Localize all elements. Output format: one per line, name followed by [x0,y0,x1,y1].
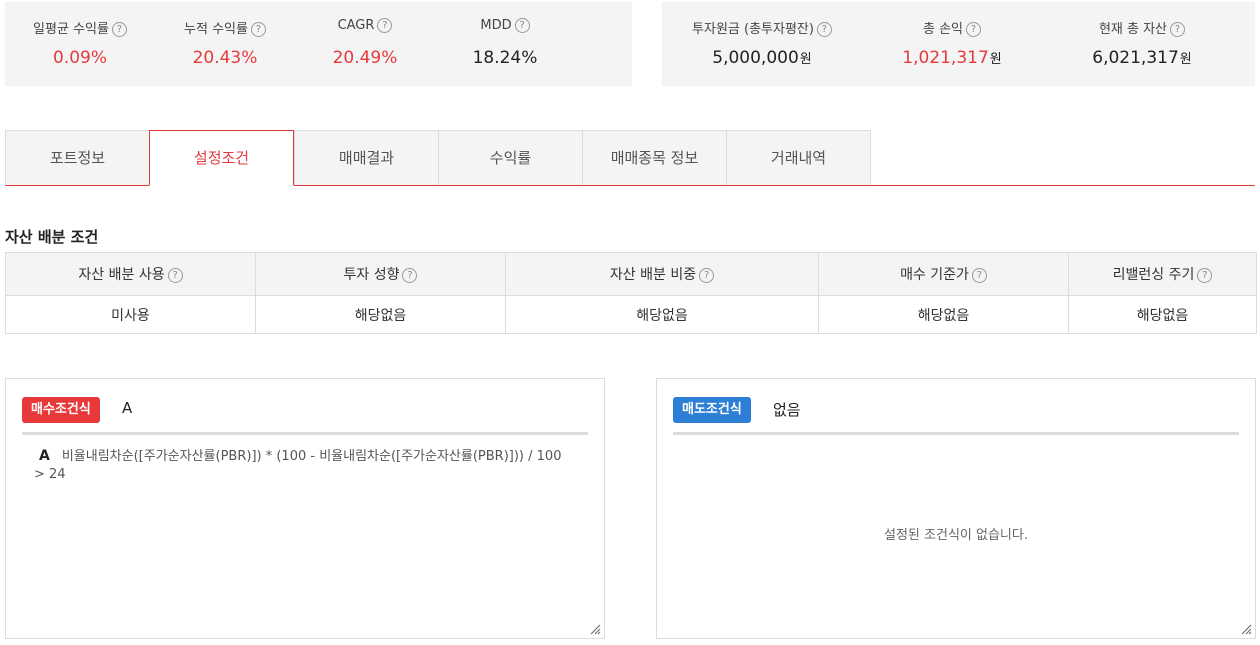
stat-unit: 원 [799,52,812,67]
tab-trade-results[interactable]: 매매결과 [294,130,439,185]
stat-value: 5,000,000 [712,48,799,68]
help-icon[interactable]: ? [1197,268,1213,283]
help-icon[interactable]: ? [167,268,183,283]
stat-label: 일평균 수익률 [33,22,109,37]
tab-settings[interactable]: 설정조건 [149,130,294,186]
table-cell: 해당없음 [255,295,506,334]
table-header: 리밸런싱 주기? [1068,252,1257,296]
stat-label: 누적 수익률 [184,22,248,37]
buy-condition-badge: 매수조건식 [22,397,100,423]
help-icon[interactable]: ? [402,268,418,283]
empty-message: 설정된 조건식이 없습니다. [884,528,1028,543]
formula-name: A [39,448,50,464]
help-icon[interactable]: ? [377,18,393,33]
stat-label: 투자원금 (총투자평잔) [692,22,814,37]
buy-condition-value: A [122,399,133,417]
stat-principal: 투자원금 (총투자평잔)? 5,000,000원 [662,2,862,86]
stat-total-assets: 현재 총 자산? 6,021,317원 [1052,2,1232,86]
sell-condition-value: 없음 [773,401,801,419]
table-cell: 해당없음 [818,295,1069,334]
stat-value: 20.43% [192,48,258,68]
stat-cagr: CAGR? 20.49% [295,2,435,86]
formula-tail: > 24 [34,467,66,482]
stat-cumulative-return: 누적 수익률? 20.43% [155,2,295,86]
tab-history[interactable]: 거래내역 [726,130,871,185]
stat-total-pnl: 총 손익? 1,021,317원 [872,2,1032,86]
stat-unit: 원 [989,52,1002,67]
help-icon[interactable]: ? [250,22,266,37]
tab-port-info[interactable]: 포트정보 [5,130,150,185]
stat-value: 0.09% [52,48,107,68]
table-cell: 해당없음 [505,295,819,334]
table-row: 미사용 해당없음 해당없음 해당없음 해당없음 [5,295,1257,334]
table-header: 투자 성향? [255,252,506,296]
stat-unit: 원 [1179,52,1192,67]
stat-label: 현재 총 자산 [1098,22,1168,37]
tab-stock-info[interactable]: 매매종목 정보 [582,130,727,185]
resize-handle-icon[interactable] [589,623,601,635]
stat-value: 1,021,317 [902,48,989,68]
divider [22,432,588,435]
table-cell: 해당없음 [1068,295,1257,334]
formula-text: 비율내림차순([주가순자산률(PBR)]) * (100 - 비율내림차순([주… [61,449,562,464]
sell-condition-panel[interactable]: 매도조건식 없음 설정된 조건식이 없습니다. [656,378,1256,639]
help-icon[interactable]: ? [1170,22,1186,37]
table-header: 매수 기준가? [818,252,1069,296]
help-icon[interactable]: ? [971,268,987,283]
stat-value: 20.49% [332,48,398,68]
table-header-row: 자산 배분 사용? 투자 성향? 자산 배분 비중? 매수 기준가? 리밸런싱 … [5,252,1257,296]
stat-value: 6,021,317 [1092,48,1179,68]
section-title: 자산 배분 조건 [5,228,99,246]
stat-label: MDD [480,18,512,33]
help-icon[interactable]: ? [966,22,981,37]
resize-handle-icon[interactable] [1240,623,1252,635]
help-icon[interactable]: ? [514,18,530,33]
table-header: 자산 배분 사용? [5,252,256,296]
table-cell: 미사용 [5,295,256,334]
stat-daily-return: 일평균 수익률? 0.09% [5,2,155,86]
help-icon[interactable]: ? [699,268,715,283]
stat-label: 총 손익 [922,22,963,37]
buy-condition-panel[interactable]: 매수조건식 A A 비율내림차순([주가순자산률(PBR)]) * (100 - … [5,378,605,639]
stat-value: 18.24% [472,48,538,68]
allocation-table: 자산 배분 사용? 투자 성향? 자산 배분 비중? 매수 기준가? 리밸런싱 … [5,252,1257,334]
stat-label: CAGR [337,18,375,33]
sell-condition-badge: 매도조건식 [673,397,751,423]
buy-formula: A 비율내림차순([주가순자산률(PBR)]) * (100 - 비율내림차순([… [34,447,584,484]
tab-bar: 포트정보 설정조건 매매결과 수익률 매매종목 정보 거래내역 [5,130,1255,186]
divider [673,432,1239,435]
tab-returns[interactable]: 수익률 [438,130,583,185]
summary-panel-assets: 투자원금 (총투자평잔)? 5,000,000원 총 손익? 1,021,317… [662,2,1255,86]
table-header: 자산 배분 비중? [505,252,819,296]
help-icon[interactable]: ? [816,22,832,37]
help-icon[interactable]: ? [111,22,127,37]
stat-mdd: MDD? 18.24% [435,2,575,86]
summary-panel-returns: 일평균 수익률? 0.09% 누적 수익률? 20.43% CAGR? 20.4… [5,2,632,86]
